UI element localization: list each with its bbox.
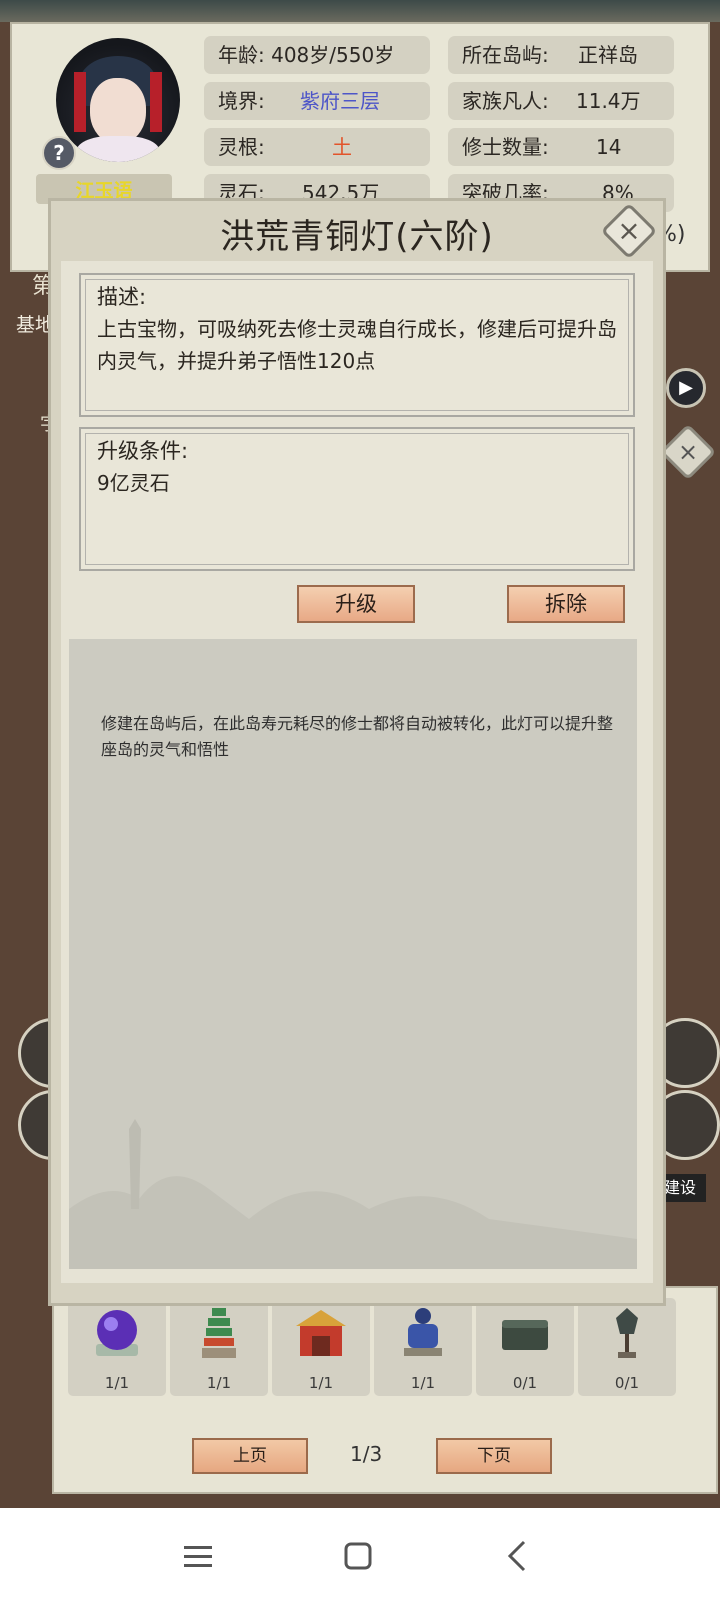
purple-orb-icon — [96, 1310, 138, 1356]
stat-mortals: 家族凡人: 11.4万 — [448, 82, 674, 120]
building-count: 1/1 — [206, 1374, 232, 1392]
back-icon[interactable] — [498, 1536, 538, 1576]
building-slot[interactable]: 0/1 — [476, 1298, 574, 1396]
stat-realm-label: 境界: — [218, 89, 265, 113]
play-icon[interactable]: ▶ — [666, 368, 706, 408]
red-pavilion-icon — [296, 1310, 346, 1356]
avatar-ribbon-right — [150, 72, 162, 132]
avatar-robe — [76, 136, 160, 162]
bronze-lamp-icon — [616, 1308, 638, 1358]
top-strip — [0, 0, 720, 22]
avatar-face — [90, 78, 146, 144]
stat-age: 年龄: 408岁/550岁 — [204, 36, 430, 74]
character-avatar[interactable] — [56, 38, 180, 162]
green-pagoda-icon — [202, 1308, 236, 1358]
page-indicator: 1/3 — [350, 1442, 383, 1466]
game-screen: ? 江玉语 年龄: 408岁/550岁 境界: 紫府三层 灵根: 土 灵石: 5… — [0, 0, 720, 1508]
stat-island-label: 所在岛屿: — [462, 43, 549, 67]
building-count: 1/1 — [410, 1374, 436, 1392]
building-detail-dialog: 洪荒青铜灯(六阶) × 描述: 上古宝物，可吸纳死去修士灵魂自行成长，修建后可提… — [48, 198, 666, 1306]
stat-age-label: 年龄: — [218, 43, 265, 67]
description-text: 上古宝物，可吸纳死去修士灵魂自行成长，修建后可提升岛内灵气，并提升弟子悟性120… — [97, 317, 617, 373]
blue-armor-icon — [404, 1308, 442, 1356]
stat-island-value: 正祥岛 — [578, 43, 638, 67]
stat-realm-value: 紫府三层 — [300, 89, 380, 113]
upgrade-condition-title: 升级条件: — [97, 439, 189, 463]
building-slot[interactable]: 1/1 — [68, 1298, 166, 1396]
building-count: 0/1 — [614, 1374, 640, 1392]
stat-root-value: 土 — [332, 135, 352, 159]
stat-mortals-label: 家族凡人: — [462, 89, 549, 113]
building-slot[interactable]: 0/1 — [578, 1298, 676, 1396]
stat-cultivators-label: 修士数量: — [462, 135, 549, 159]
description-title: 描述: — [97, 285, 147, 309]
stat-realm: 境界: 紫府三层 — [204, 82, 430, 120]
building-count: 1/1 — [104, 1374, 130, 1392]
building-slot[interactable]: 1/1 — [170, 1298, 268, 1396]
dialog-body: 描述: 上古宝物，可吸纳死去修士灵魂自行成长，修建后可提升岛内灵气，并提升弟子悟… — [61, 261, 653, 1283]
building-note-area: 修建在岛屿后，在此岛寿元耗尽的修士都将自动被转化，此灯可以提升整座岛的灵气和悟性 — [69, 639, 637, 1269]
upgrade-condition-box: 升级条件: 9亿灵石 — [79, 427, 635, 571]
help-icon[interactable]: ? — [42, 136, 76, 170]
system-navigation-bar — [0, 1508, 720, 1602]
upgrade-condition-text: 9亿灵石 — [97, 471, 170, 495]
stat-island: 所在岛屿: 正祥岛 — [448, 36, 674, 74]
stat-age-value: 408岁/550岁 — [271, 43, 395, 67]
home-icon[interactable] — [338, 1536, 378, 1576]
stat-cultivators-value: 14 — [596, 135, 622, 159]
stat-root-label: 灵根: — [218, 135, 265, 159]
building-note-text: 修建在岛屿后，在此岛寿元耗尽的修士都将自动被转化，此灯可以提升整座岛的灵气和悟性 — [101, 714, 614, 759]
building-selector-bar: 1/1 1/1 1/1 1/1 0/1 0/1 上页 1/3 下页 — [52, 1286, 718, 1494]
prev-page-button[interactable]: 上页 — [192, 1438, 308, 1474]
stat-root: 灵根: 土 — [204, 128, 430, 166]
avatar-ribbon-left — [74, 72, 86, 132]
stat-mortals-value: 11.4万 — [576, 89, 641, 113]
description-box: 描述: 上古宝物，可吸纳死去修士灵魂自行成长，修建后可提升岛内灵气，并提升弟子悟… — [79, 273, 635, 417]
close-icon[interactable]: × — [659, 423, 717, 481]
mountain-landscape-decoration — [69, 1119, 637, 1269]
stat-cultivators: 修士数量: 14 — [448, 128, 674, 166]
building-count: 1/1 — [308, 1374, 334, 1392]
building-count: 0/1 — [512, 1374, 538, 1392]
upgrade-button[interactable]: 升级 — [297, 585, 415, 623]
dialog-title: 洪荒青铜灯(六阶) — [220, 217, 494, 257]
next-page-button[interactable]: 下页 — [436, 1438, 552, 1474]
building-slot[interactable]: 1/1 — [374, 1298, 472, 1396]
building-slot[interactable]: 1/1 — [272, 1298, 370, 1396]
menu-icon[interactable] — [178, 1536, 218, 1576]
demolish-button[interactable]: 拆除 — [507, 585, 625, 623]
dark-chest-icon — [502, 1320, 548, 1350]
